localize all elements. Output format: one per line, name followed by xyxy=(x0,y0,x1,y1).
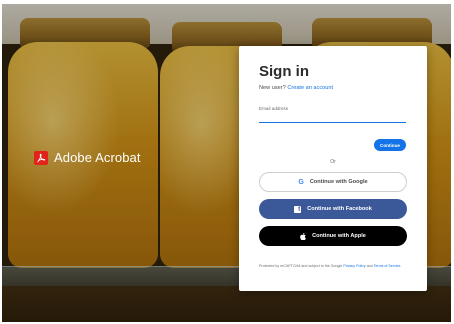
adobe-acrobat-logo-icon xyxy=(34,150,48,165)
legal-and: and xyxy=(366,264,373,268)
brand: Adobe Acrobat xyxy=(34,150,141,165)
email-label: Email address xyxy=(259,106,289,111)
or-divider: Or xyxy=(330,159,336,165)
signin-title: Sign in xyxy=(259,63,309,80)
continue-with-apple-button[interactable]: Continue with Apple xyxy=(259,226,407,246)
google-button-label: Continue with Google xyxy=(309,179,368,185)
facebook-icon: f xyxy=(294,205,302,213)
new-user-text: New user? xyxy=(259,85,286,91)
legal-text: Protected by reCAPTCHA and subject to th… xyxy=(259,264,409,269)
brand-name: Adobe Acrobat xyxy=(54,150,141,165)
legal-suffix: . xyxy=(400,264,402,268)
apple-button-label: Continue with Apple xyxy=(312,233,366,239)
apple-icon xyxy=(300,232,306,240)
signin-card: Sign in New user? Create an account Emai… xyxy=(239,46,427,291)
new-user-line: New user? Create an account xyxy=(259,85,407,91)
terms-of-service-link[interactable]: Terms of Service xyxy=(374,264,401,268)
facebook-button-label: Continue with Facebook xyxy=(307,206,372,212)
continue-with-google-button[interactable]: G Continue with Google xyxy=(259,172,407,192)
email-field[interactable] xyxy=(259,113,406,123)
login-page: Adobe Acrobat Sign in New user? Create a… xyxy=(2,4,451,322)
google-icon: G xyxy=(298,178,304,186)
create-account-link[interactable]: Create an account xyxy=(287,85,333,91)
continue-with-facebook-button[interactable]: f Continue with Facebook xyxy=(259,199,407,219)
legal-prefix: Protected by reCAPTCHA and subject to th… xyxy=(259,264,343,268)
continue-button[interactable]: Continue xyxy=(374,139,406,151)
privacy-policy-link[interactable]: Privacy Policy xyxy=(343,264,365,268)
